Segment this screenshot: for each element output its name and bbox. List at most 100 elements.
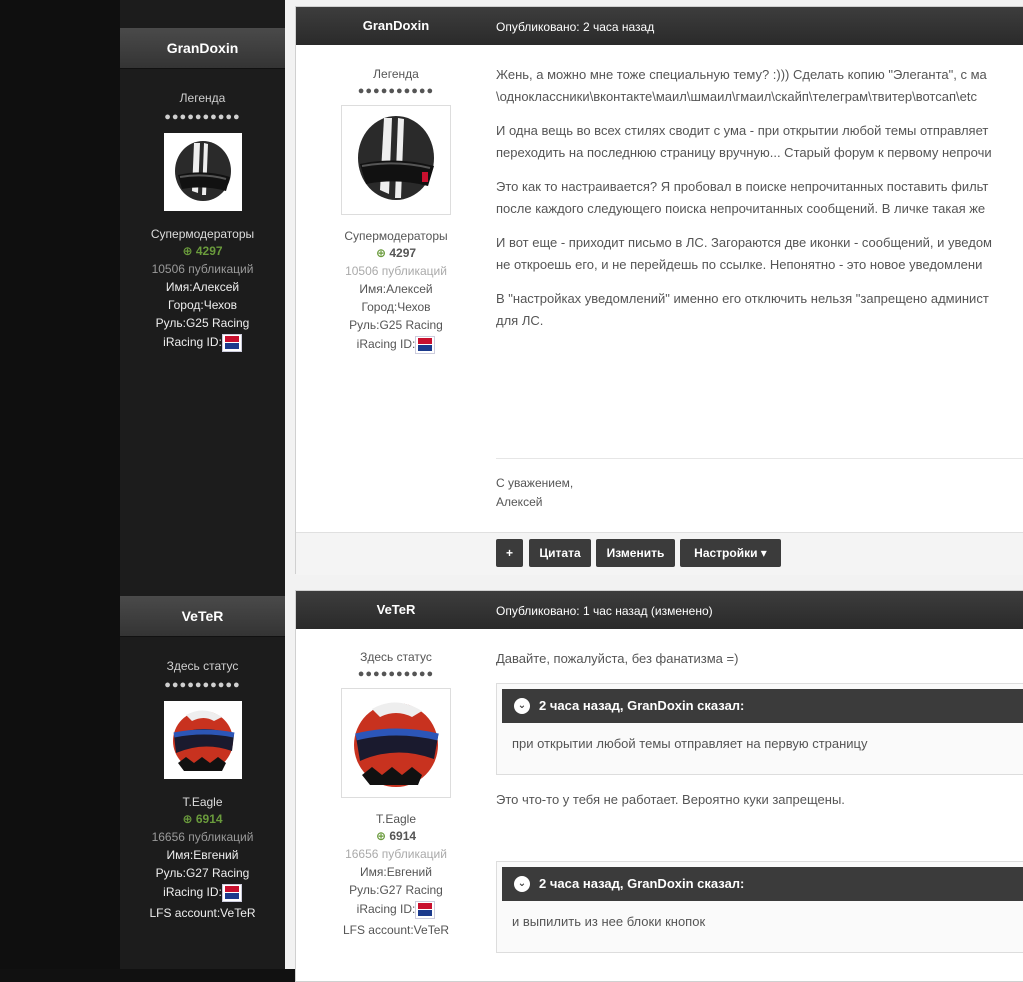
author-iracing-label: iRacing ID: (356, 337, 416, 352)
author-reputation: ⊕ 4297 (296, 246, 496, 260)
plus-circle-icon: ⊕ (182, 812, 193, 826)
post-paragraph: Это как то настраивается? Я пробовал в п… (496, 176, 1023, 220)
sidebar-iracing-label: iRacing ID: (163, 335, 222, 350)
author-iracing-label: iRacing ID: (356, 902, 416, 917)
iracing-logo-icon[interactable] (221, 334, 242, 352)
sidebar-user-group: T.Eagle (182, 795, 223, 809)
sidebar-user-status: Здесь статус (166, 659, 239, 673)
sidebar-field-name: Имя:Евгений (166, 848, 239, 862)
author-reputation: ⊕ 6914 (296, 829, 496, 843)
sidebar-reputation: ⊕ 4297 (120, 244, 285, 258)
author-post-count: 16656 публикаций (345, 847, 447, 861)
forum-post: VeTeR Опубликовано: 1 час назад (изменен… (295, 590, 1023, 982)
quote-header[interactable]: ⌄ 2 часа назад, GranDoxin сказал: (502, 689, 1023, 723)
post-author-name[interactable]: VeTeR (296, 602, 496, 617)
post-author-name[interactable]: GranDoxin (296, 18, 496, 33)
quote-block: ⌄ 2 часа назад, GranDoxin сказал: и выпи… (496, 861, 1023, 953)
iracing-logo-icon[interactable] (415, 336, 436, 354)
sidebar-username[interactable]: GranDoxin (120, 28, 285, 69)
signature-divider (496, 458, 1023, 459)
left-strip (0, 0, 120, 969)
post-actions-bar: + Цитата Изменить Настройки ▾ (296, 532, 1023, 575)
multiquote-add-button[interactable]: + (496, 539, 523, 567)
plus-circle-icon: ⊕ (375, 246, 386, 260)
sidebar-field-iracing: iRacing ID: (120, 334, 285, 352)
sidebar-field-wheel: Руль:G27 Racing (155, 866, 250, 880)
rank-dots: ●●●●●●●●●● (357, 85, 435, 97)
post-line: И вот еще - приходит письмо в ЛС. Загора… (496, 235, 992, 250)
iracing-logo-icon[interactable] (221, 884, 242, 902)
author-field-name: Имя:Евгений (360, 865, 432, 879)
sidebar-user-status: Легенда (179, 91, 226, 105)
post-paragraph: Это что-то у тебя не работает. Вероятно … (496, 792, 845, 807)
quote-header[interactable]: ⌄ 2 часа назад, GranDoxin сказал: (502, 867, 1023, 901)
author-post-count: 10506 публикаций (345, 264, 447, 278)
sidebar-avatar[interactable] (163, 701, 242, 779)
sidebar-user-card: GranDoxin Легенда ●●●●●●●●●● Супермодера… (120, 28, 285, 352)
author-avatar[interactable] (341, 105, 451, 215)
author-avatar[interactable] (341, 688, 451, 798)
author-field-iracing: iRacing ID: (296, 901, 496, 919)
post-header: GranDoxin Опубликовано: 2 часа назад (296, 7, 1023, 45)
chevron-down-icon[interactable]: ⌄ (514, 876, 530, 892)
author-field-wheel: Руль:G25 Racing (349, 318, 443, 332)
author-field-city: Город:Чехов (361, 300, 431, 314)
sidebar-field-wheel: Руль:G25 Racing (155, 316, 250, 330)
post-line: Это как то настраивается? Я пробовал в п… (496, 179, 989, 194)
helmet-avatar-icon (354, 702, 439, 787)
sidebar-post-count: 10506 публикаций (151, 262, 254, 276)
quote-citation: 2 часа назад, GranDoxin сказал: (539, 698, 745, 713)
sidebar-field-city: Город:Чехов (167, 298, 238, 312)
post-header: VeTeR Опубликовано: 1 час назад (изменен… (296, 591, 1023, 629)
author-field-lfs: LFS account:VeTeR (342, 923, 450, 937)
post-author-panel: Легенда ●●●●●●●●●● Супермодераторы ⊕ 429… (296, 67, 496, 354)
post-date: Опубликовано: 2 часа назад (496, 20, 655, 34)
author-status: Здесь статус (360, 650, 432, 664)
post-signature: С уважением, Алексей (496, 474, 573, 512)
sidebar-avatar[interactable] (163, 133, 242, 211)
sidebar-rep-value: 6914 (195, 812, 223, 826)
quote-text: и выпилить из нее блоки кнопок (512, 914, 706, 929)
sidebar-reputation: ⊕ 6914 (120, 812, 285, 826)
post-line: И одна вещь во всех стилях сводит с ума … (496, 123, 989, 138)
quote-citation: 2 часа назад, GranDoxin сказал: (539, 876, 745, 891)
author-group: Супермодераторы (344, 229, 448, 243)
post-line: после каждого следующего поиска непрочит… (496, 201, 986, 216)
forum-post: GranDoxin Опубликовано: 2 часа назад Лег… (295, 6, 1023, 575)
quote-block: ⌄ 2 часа назад, GranDoxin сказал: при от… (496, 683, 1023, 775)
post-body-intro: Давайте, пожалуйста, без фанатизма =) (496, 648, 1023, 682)
post-line: Жень, а можно мне тоже специальную тему?… (496, 67, 987, 82)
author-field-name: Имя:Алексей (359, 282, 433, 296)
post-paragraph: Давайте, пожалуйста, без фанатизма =) (496, 651, 739, 666)
post-paragraph: Жень, а можно мне тоже специальную тему?… (496, 64, 1023, 108)
quote-text: при открытии любой темы отправляет на пе… (512, 736, 868, 751)
author-rep-value: 6914 (389, 829, 417, 843)
post-body-mid: Это что-то у тебя не работает. Вероятно … (496, 789, 1023, 823)
floating-author-sidebar: GranDoxin Легенда ●●●●●●●●●● Супермодера… (120, 0, 285, 969)
sidebar-username[interactable]: VeTeR (120, 596, 285, 637)
chevron-down-icon[interactable]: ⌄ (514, 698, 530, 714)
post-paragraph: И вот еще - приходит письмо в ЛС. Загора… (496, 232, 1023, 276)
iracing-logo-icon[interactable] (415, 901, 436, 919)
post-line: \одноклассники\вконтакте\маил\шмаил\гмаи… (496, 89, 977, 104)
settings-dropdown-button[interactable]: Настройки ▾ (680, 539, 781, 567)
post-body: Жень, а можно мне тоже специальную тему?… (496, 64, 1023, 344)
signature-line: С уважением, (496, 476, 574, 490)
post-line: В "настройках уведомлений" именно его от… (496, 291, 989, 306)
sidebar-field-lfs: LFS account:VeTeR (149, 906, 256, 920)
author-group: T.Eagle (375, 812, 417, 826)
post-line: переходить на последнюю страницу вручную… (496, 145, 992, 160)
quote-button[interactable]: Цитата (529, 539, 591, 567)
sidebar-post-count: 16656 публикаций (151, 830, 254, 844)
edit-button[interactable]: Изменить (596, 539, 675, 567)
author-status: Легенда (373, 67, 419, 81)
sidebar-rep-value: 4297 (195, 244, 223, 258)
helmet-avatar-icon (174, 141, 231, 201)
sidebar-rank-dots: ●●●●●●●●●● (164, 111, 241, 123)
plus-circle-icon: ⊕ (182, 244, 193, 258)
helmet-avatar-icon (172, 710, 234, 771)
sidebar-user-card: VeTeR Здесь статус ●●●●●●●●●● T.Eagle ⊕ … (120, 596, 285, 920)
plus-circle-icon: ⊕ (375, 829, 386, 843)
post-line: не откроешь его, и не перейдешь по ссылк… (496, 257, 983, 272)
sidebar-user-group: Супермодераторы (150, 227, 255, 241)
